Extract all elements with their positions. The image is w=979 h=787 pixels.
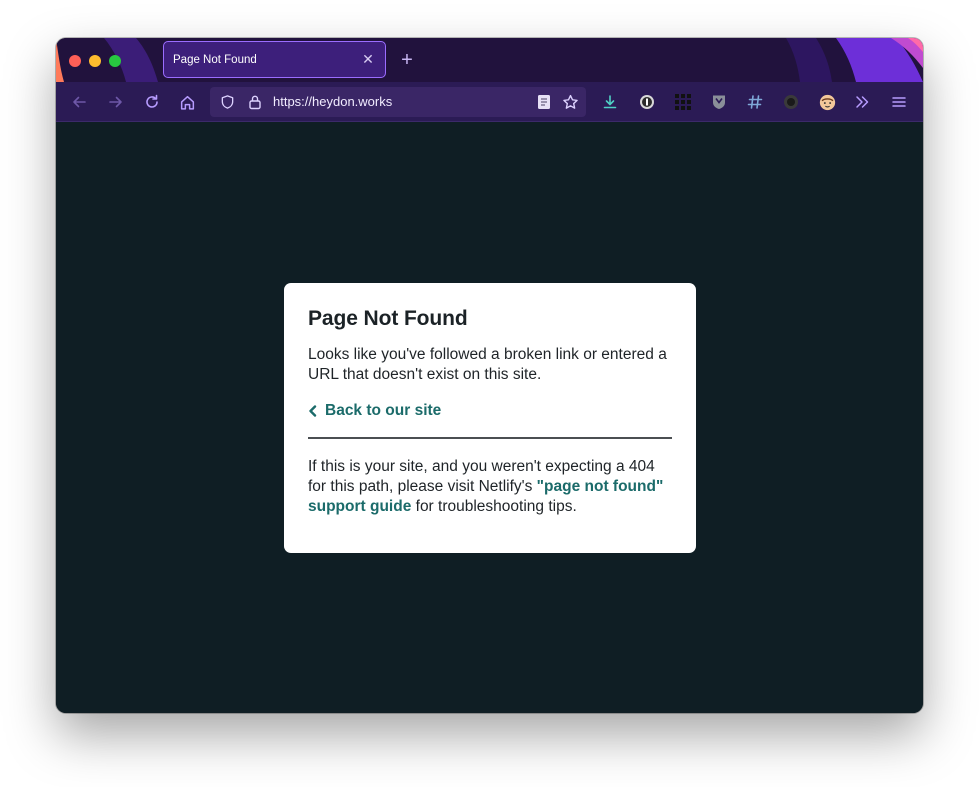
shield-extension-icon[interactable] — [707, 90, 731, 114]
emoji-extension-icon[interactable] — [815, 90, 839, 114]
hamburger-menu-icon[interactable] — [887, 90, 911, 114]
reload-icon[interactable] — [140, 90, 164, 114]
tab-title: Page Not Found — [173, 53, 257, 66]
minimize-window-button[interactable] — [89, 55, 101, 67]
close-tab-icon[interactable]: ✕ — [357, 49, 379, 71]
back-arrow-icon[interactable] — [67, 90, 91, 114]
lock-icon[interactable] — [243, 90, 267, 114]
divider — [308, 437, 672, 439]
help-text: If this is your site, and you weren't ex… — [308, 457, 672, 517]
tab-strip: Page Not Found ✕ + — [56, 38, 923, 82]
chevron-left-icon — [308, 405, 318, 417]
shield-icon[interactable] — [215, 90, 239, 114]
back-link-label: Back to our site — [325, 402, 442, 419]
tab-page-not-found[interactable]: Page Not Found ✕ — [163, 41, 386, 78]
forward-arrow-icon[interactable] — [104, 90, 128, 114]
home-icon[interactable] — [175, 90, 199, 114]
grid-extension-icon[interactable] — [671, 90, 695, 114]
new-tab-button[interactable]: + — [396, 49, 418, 71]
navigation-toolbar: https://heydon.works — [56, 82, 923, 122]
help-suffix: for troubleshooting tips. — [411, 498, 577, 515]
page-title: Page Not Found — [308, 307, 468, 330]
error-description: Looks like you've followed a broken link… — [308, 346, 667, 383]
address-bar[interactable]: https://heydon.works — [210, 87, 586, 117]
password-manager-icon[interactable] — [635, 90, 659, 114]
browser-window: Page Not Found ✕ + https://heydon.works … — [56, 38, 923, 713]
close-window-button[interactable] — [69, 55, 81, 67]
url-text[interactable]: https://heydon.works — [273, 94, 392, 109]
circle-extension-icon[interactable] — [779, 90, 803, 114]
downloads-icon[interactable] — [598, 90, 622, 114]
bookmark-star-icon[interactable] — [558, 90, 582, 114]
back-to-site-link[interactable]: Back to our site — [308, 402, 672, 420]
reader-view-icon[interactable] — [532, 90, 556, 114]
zoom-window-button[interactable] — [109, 55, 121, 67]
page-content: Page Not Found Looks like you've followe… — [56, 123, 923, 713]
hash-extension-icon[interactable] — [743, 90, 767, 114]
not-found-card: Page Not Found Looks like you've followe… — [284, 283, 696, 553]
overflow-chevrons-icon[interactable] — [850, 90, 874, 114]
